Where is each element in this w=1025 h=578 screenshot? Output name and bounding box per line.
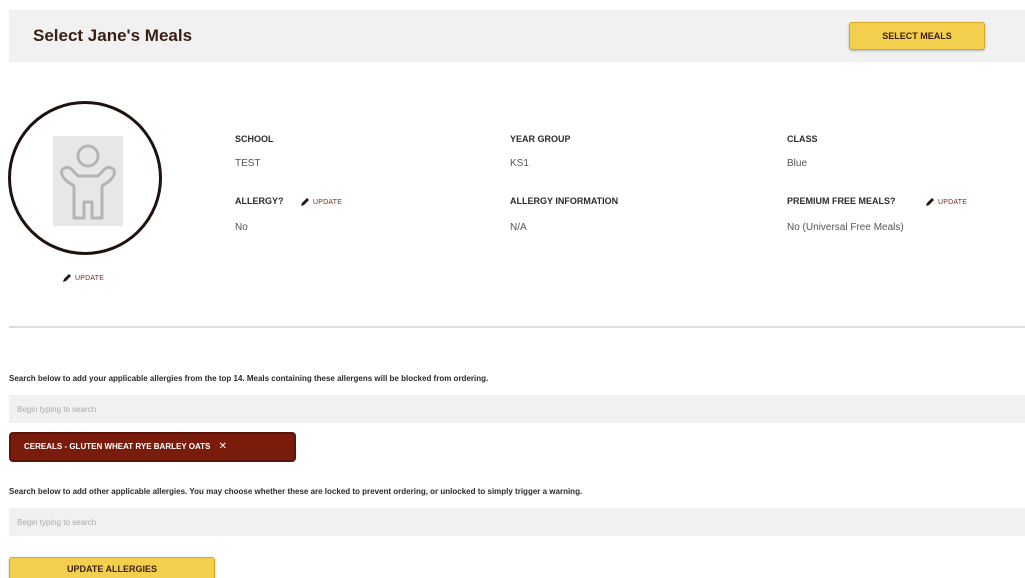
- page-title: Select Jane's Meals: [33, 26, 193, 45]
- allergy-chip-label: CEREALS - GLUTEN WHEAT RYE BARLEY OATS: [24, 442, 211, 451]
- avatar-update-link[interactable]: UPDATE: [62, 273, 104, 283]
- allergy-value: No: [235, 222, 248, 233]
- select-meals-button[interactable]: SELECT MEALS: [849, 22, 985, 50]
- section-divider: [9, 326, 1025, 328]
- avatar: [8, 101, 162, 255]
- top14-help-text: Search below to add your applicable alle…: [9, 374, 489, 383]
- school-label: SCHOOL: [235, 134, 274, 144]
- school-value: TEST: [235, 158, 261, 169]
- other-allergy-search-input[interactable]: [9, 508, 1025, 536]
- close-icon[interactable]: ✕: [219, 441, 227, 452]
- top14-allergy-search-input[interactable]: [9, 395, 1025, 423]
- premium-free-meals-label: PREMIUM FREE MEALS?: [787, 196, 896, 206]
- page-header: Select Jane's Meals SELECT MEALS: [9, 10, 1025, 62]
- update-allergies-button[interactable]: UPDATE ALLERGIES: [9, 557, 215, 578]
- avatar-update-label: UPDATE: [75, 274, 105, 282]
- premium-free-meals-update-link[interactable]: UPDATE: [925, 197, 967, 207]
- class-label: CLASS: [787, 134, 818, 144]
- allergy-label: ALLERGY?: [235, 196, 284, 206]
- other-allergies-help-text: Search below to add other applicable all…: [9, 487, 583, 496]
- year-group-value: KS1: [510, 158, 529, 169]
- premium-free-meals-value: No (Universal Free Meals): [787, 222, 904, 233]
- class-value: Blue: [787, 158, 808, 169]
- pencil-icon: [926, 198, 934, 206]
- allergy-update-link[interactable]: UPDATE: [300, 197, 342, 207]
- allergy-chip: CEREALS - GLUTEN WHEAT RYE BARLEY OATS ✕: [9, 432, 296, 462]
- allergy-information-label: ALLERGY INFORMATION: [510, 196, 619, 206]
- pencil-icon: [63, 274, 71, 282]
- allergy-update-label: UPDATE: [313, 198, 343, 206]
- child-figure-icon: [60, 144, 116, 220]
- premium-free-meals-update-label: UPDATE: [938, 198, 968, 206]
- year-group-label: YEAR GROUP: [510, 134, 571, 144]
- pencil-icon: [301, 198, 309, 206]
- allergy-information-value: N/A: [510, 222, 527, 233]
